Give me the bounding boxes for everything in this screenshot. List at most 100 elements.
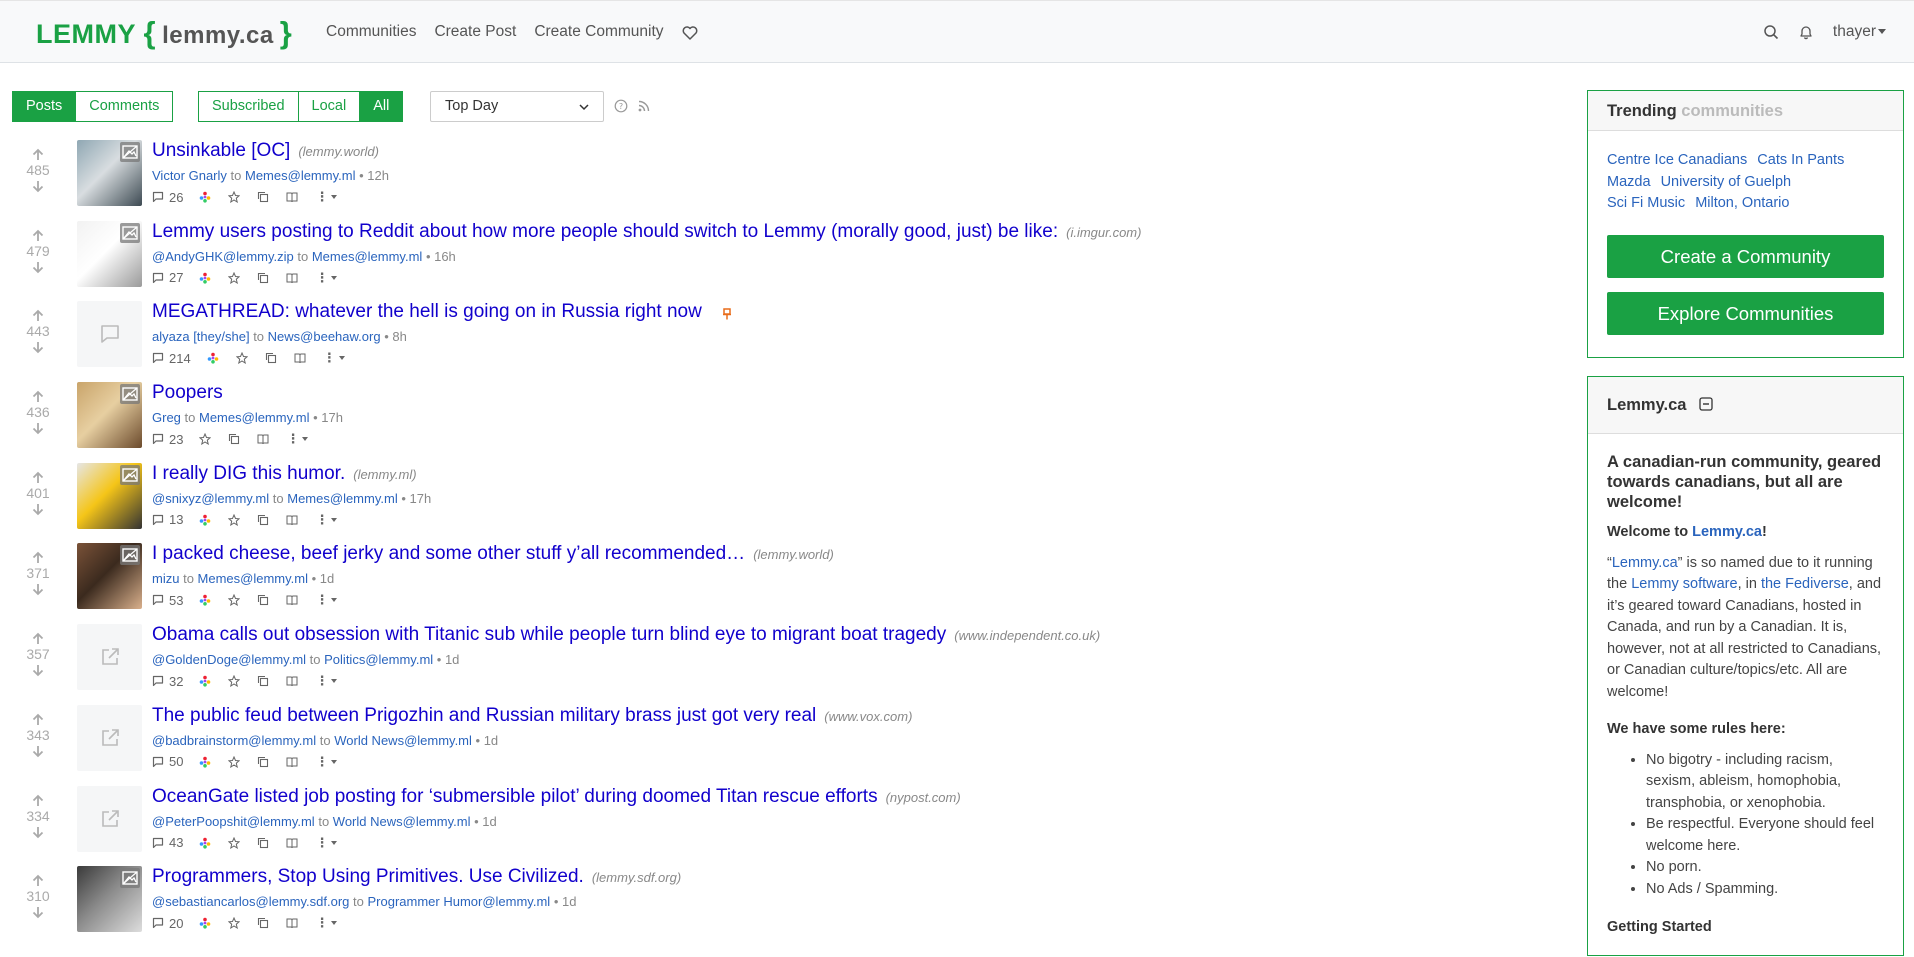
- post-title-link[interactable]: I packed cheese, beef jerky and some oth…: [152, 543, 745, 564]
- comment-icon[interactable]: [152, 352, 164, 364]
- downvote-icon[interactable]: [31, 582, 45, 596]
- star-icon[interactable]: [235, 352, 248, 365]
- post-community-link[interactable]: Memes@lemmy.ml: [199, 410, 309, 425]
- image-icon[interactable]: [120, 464, 140, 485]
- upvote-icon[interactable]: [31, 794, 45, 808]
- more-options-icon[interactable]: ⋮: [315, 673, 328, 689]
- explore-communities-button[interactable]: Explore Communities: [1607, 291, 1884, 335]
- post-title-link[interactable]: The public feud between Prigozhin and Ru…: [152, 705, 816, 726]
- more-options-icon[interactable]: ⋮: [315, 754, 328, 770]
- trending-community-link[interactable]: Cats In Pants: [1757, 152, 1844, 168]
- downvote-icon[interactable]: [31, 663, 45, 677]
- chevron-down-icon[interactable]: [331, 679, 338, 684]
- chevron-down-icon[interactable]: [331, 517, 338, 522]
- upvote-icon[interactable]: [31, 874, 45, 888]
- fediverse-icon[interactable]: [199, 837, 211, 849]
- post-author-link[interactable]: Victor Gnarly: [152, 168, 227, 183]
- post-title-link[interactable]: MEGATHREAD: whatever the hell is going o…: [152, 301, 702, 322]
- image-icon[interactable]: [120, 222, 140, 243]
- more-options-icon[interactable]: ⋮: [315, 835, 328, 851]
- comment-count[interactable]: 214: [169, 351, 191, 366]
- post-community-link[interactable]: News@beehaw.org: [268, 329, 381, 344]
- comment-count[interactable]: 43: [169, 835, 183, 850]
- post-community-link[interactable]: World News@lemmy.ml: [333, 814, 471, 829]
- more-options-icon[interactable]: ⋮: [315, 592, 328, 608]
- copy-icon[interactable]: [228, 433, 240, 445]
- sort-select[interactable]: Top Day: [430, 91, 604, 122]
- fediverse-icon[interactable]: [199, 514, 211, 526]
- tab-posts[interactable]: Posts: [12, 91, 77, 122]
- view-source-icon[interactable]: [286, 675, 298, 687]
- chevron-down-icon[interactable]: [331, 759, 338, 764]
- upvote-icon[interactable]: [31, 471, 45, 485]
- post-thumbnail[interactable]: [77, 624, 142, 691]
- upvote-icon[interactable]: [31, 148, 45, 162]
- star-icon[interactable]: [228, 755, 241, 768]
- star-icon[interactable]: [228, 513, 241, 526]
- rss-icon[interactable]: [637, 99, 651, 113]
- view-source-icon[interactable]: [286, 514, 298, 526]
- comment-count[interactable]: 53: [169, 593, 183, 608]
- downvote-icon[interactable]: [31, 825, 45, 839]
- post-author-link[interactable]: @PeterPoopshit@lemmy.ml: [152, 814, 315, 829]
- more-options-icon[interactable]: ⋮: [315, 189, 328, 205]
- fediverse-link[interactable]: the Fediverse: [1761, 576, 1849, 592]
- downvote-icon[interactable]: [31, 905, 45, 919]
- search-icon[interactable]: [1763, 24, 1779, 40]
- comment-icon[interactable]: [152, 917, 164, 929]
- user-menu[interactable]: thayer: [1833, 23, 1886, 41]
- downvote-icon[interactable]: [31, 340, 45, 354]
- chevron-down-icon[interactable]: [331, 195, 338, 199]
- upvote-icon[interactable]: [31, 390, 45, 404]
- create-community-button[interactable]: Create a Community: [1607, 234, 1884, 278]
- trending-community-link[interactable]: Sci Fi Music: [1607, 195, 1685, 211]
- view-source-icon[interactable]: [286, 837, 298, 849]
- comment-icon[interactable]: [152, 191, 164, 203]
- chevron-down-icon[interactable]: [331, 275, 338, 280]
- trending-community-link[interactable]: Mazda: [1607, 174, 1651, 190]
- post-community-link[interactable]: Politics@lemmy.ml: [324, 652, 433, 667]
- post-title-link[interactable]: Lemmy users posting to Reddit about how …: [152, 221, 1058, 242]
- comment-icon[interactable]: [152, 514, 164, 526]
- comment-icon[interactable]: [152, 675, 164, 687]
- copy-icon[interactable]: [257, 675, 269, 687]
- comment-count[interactable]: 13: [169, 512, 183, 527]
- post-author-link[interactable]: mizu: [152, 571, 179, 586]
- site-brand-link[interactable]: LEMMY {lemmy.ca}: [36, 15, 292, 51]
- post-title-link[interactable]: Unsinkable [OC]: [152, 140, 290, 161]
- tab-all[interactable]: All: [360, 91, 404, 122]
- copy-icon[interactable]: [257, 756, 269, 768]
- image-icon[interactable]: [120, 384, 140, 405]
- chevron-down-icon[interactable]: [331, 921, 338, 926]
- post-author-link[interactable]: @snixyz@lemmy.ml: [152, 491, 269, 506]
- comment-count[interactable]: 50: [169, 754, 183, 769]
- fediverse-icon[interactable]: [199, 272, 211, 284]
- post-title-link[interactable]: Poopers: [152, 382, 223, 403]
- star-icon[interactable]: [228, 917, 241, 930]
- upvote-icon[interactable]: [31, 229, 45, 243]
- lemmy-ca-link[interactable]: Lemmy.ca: [1692, 524, 1762, 540]
- upvote-icon[interactable]: [31, 551, 45, 565]
- view-source-icon[interactable]: [286, 917, 298, 929]
- trending-community-link[interactable]: Centre Ice Canadians: [1607, 152, 1747, 168]
- comment-icon[interactable]: [152, 756, 164, 768]
- post-thumbnail[interactable]: [77, 543, 142, 610]
- image-icon[interactable]: [120, 142, 140, 162]
- post-author-link[interactable]: Greg: [152, 410, 181, 425]
- comment-icon[interactable]: [152, 837, 164, 849]
- collapse-icon[interactable]: [1699, 397, 1713, 411]
- view-source-icon[interactable]: [257, 433, 269, 445]
- nav-create-community-link[interactable]: Create Community: [534, 23, 663, 41]
- post-thumbnail[interactable]: [77, 220, 142, 287]
- tab-local[interactable]: Local: [298, 91, 361, 122]
- heart-icon[interactable]: [682, 25, 698, 41]
- comment-icon[interactable]: [152, 272, 164, 284]
- post-thumbnail[interactable]: [77, 140, 142, 206]
- copy-icon[interactable]: [257, 594, 269, 606]
- post-author-link[interactable]: alyaza [they/she]: [152, 329, 250, 344]
- comment-icon[interactable]: [152, 594, 164, 606]
- post-author-link[interactable]: @AndyGHK@lemmy.zip: [152, 249, 294, 264]
- chevron-down-icon[interactable]: [338, 356, 345, 361]
- fediverse-icon[interactable]: [207, 352, 219, 364]
- comment-count[interactable]: 26: [169, 190, 183, 205]
